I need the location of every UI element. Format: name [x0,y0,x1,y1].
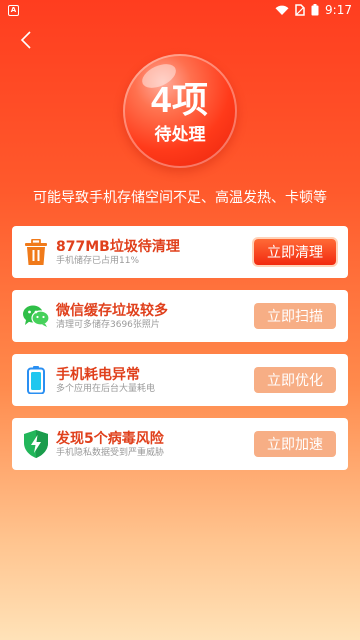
back-button[interactable] [14,28,38,52]
speed-up-now-button[interactable]: 立即加速 [254,431,336,457]
trash-icon [22,238,50,266]
wifi-icon [275,5,289,15]
pending-count-bubble: 4项 待处理 [123,54,237,168]
optimize-now-button[interactable]: 立即优化 [254,367,336,393]
pending-label: 待处理 [154,125,206,145]
card-subtitle: 手机隐私数据受到严重威胁 [56,447,165,458]
card-title: 发现5个病毒风险 [56,430,164,447]
scan-now-button[interactable]: 立即扫描 [254,303,336,329]
card-subtitle: 清理可多储存3696张照片 [56,319,160,330]
pending-count: 4项 [150,79,210,120]
no-sim-icon [295,4,305,16]
issue-card-wechat: 微信缓存垃圾较多 清理可多储存3696张照片 立即扫描 [12,290,348,342]
wechat-icon [22,302,50,330]
status-bar: A 9:17 [0,0,360,20]
card-title: 微信缓存垃圾较多 [56,302,168,319]
card-title: 877MB垃圾待清理 [56,238,180,255]
status-time: 9:17 [325,3,352,17]
card-subtitle: 手机储存已占用11% [56,255,140,266]
clean-now-button[interactable]: 立即清理 [254,239,336,265]
card-subtitle: 多个应用在后台大量耗电 [56,383,156,394]
chevron-left-icon [20,31,31,49]
issue-card-virus: 发现5个病毒风险 手机隐私数据受到严重威胁 立即加速 [12,418,348,470]
warning-tagline: 可能导致手机存储空间不足、高温发热、卡顿等 [33,190,327,206]
battery-icon [22,366,50,394]
shield-icon [22,430,50,458]
app-notification-icon: A [8,4,19,16]
battery-status-icon [311,4,319,16]
card-title: 手机耗电异常 [56,366,140,383]
issue-card-battery: 手机耗电异常 多个应用在后台大量耗电 立即优化 [12,354,348,406]
issue-card-junk: 877MB垃圾待清理 手机储存已占用11% 立即清理 [12,226,348,278]
